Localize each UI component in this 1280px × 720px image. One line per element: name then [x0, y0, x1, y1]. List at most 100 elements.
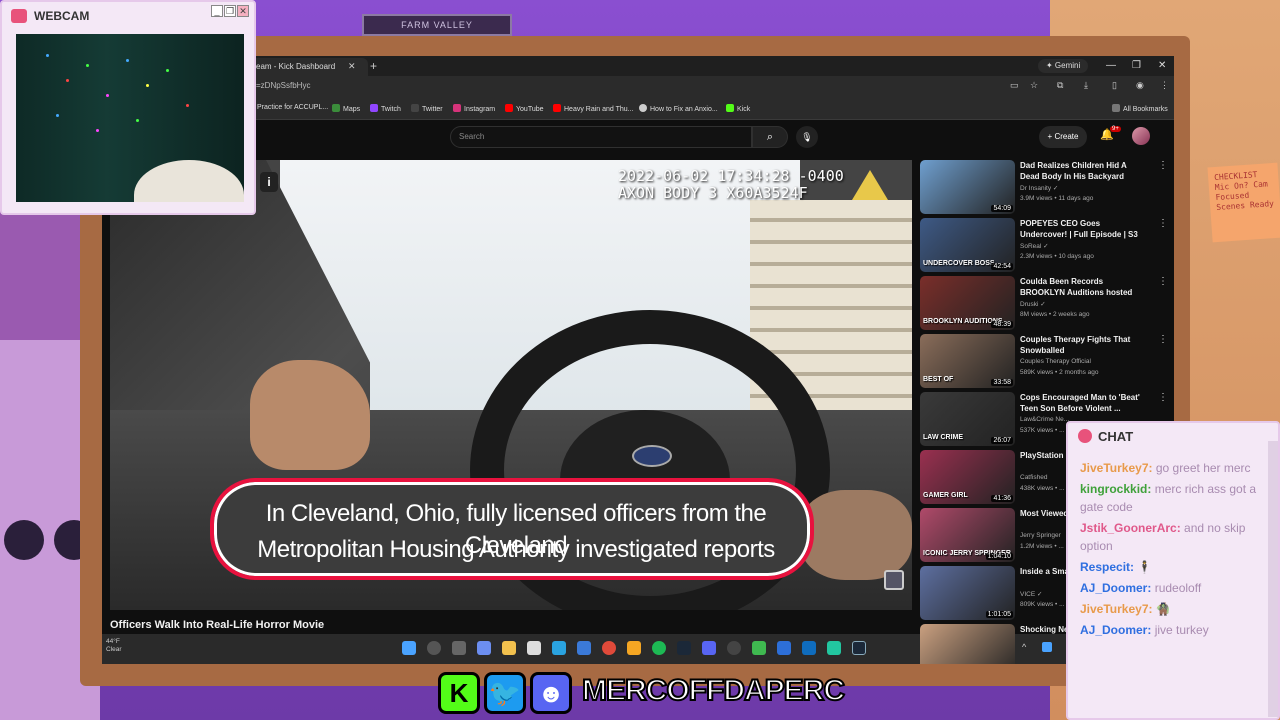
video-thumbnail[interactable]: BROOKLYN AUDITIONS 48:39 [920, 276, 1015, 330]
video-thumbnail[interactable]: LAW CRIME 26:07 [920, 392, 1015, 446]
minimize-button[interactable]: — [1106, 58, 1116, 73]
bookmark-item[interactable]: Instagram [453, 104, 495, 113]
recommended-video[interactable]: BEST OF 33:58 Couples Therapy Fights That … [920, 334, 1170, 389]
thumbnail-text: BEST OF [923, 376, 954, 383]
close-window-button[interactable]: ✕ [1158, 58, 1166, 73]
all-bookmarks-button[interactable]: All Bookmarks [1112, 104, 1168, 113]
video-thumbnail[interactable]: ICONIC JERRY SPRINGER 1:04:10 [920, 508, 1015, 562]
app-icon[interactable] [752, 641, 766, 655]
channel-name[interactable]: Couples Therapy Official [1020, 358, 1091, 365]
recommended-video[interactable]: BROOKLYN AUDITIONS 48:39 Coulda Been Recor… [920, 276, 1170, 331]
video-player[interactable]: i 2022-06-02 17:34:28 -0400 AXON BODY 3 … [110, 160, 912, 610]
bookmark-item[interactable]: How to Fix an Anxio... [639, 104, 718, 113]
recommended-title[interactable]: POPEYES CEO Goes Undercover! | Full Epis… [1020, 218, 1146, 240]
chat-scrollbar[interactable] [1268, 441, 1278, 717]
chat-username[interactable]: JiveTurkey7: [1080, 602, 1153, 616]
webcam-panel: WEBCAM _ ❐ ✕ [0, 0, 256, 215]
new-tab-button[interactable]: + [370, 58, 377, 74]
gemini-button[interactable]: ✦ Gemini [1038, 59, 1089, 73]
url-field[interactable]: =zDNpSsfbHyc [256, 81, 310, 90]
more-options-icon[interactable]: ⋮ [1158, 276, 1168, 287]
video-thumbnail[interactable]: UNDERCOVER BOSS 42:54 [920, 218, 1015, 272]
cast-icon[interactable]: ▭ [1010, 80, 1019, 91]
weather-widget[interactable]: 44°F Clear [106, 638, 122, 654]
channel-name[interactable]: Dr Insanity ✓ [1020, 184, 1058, 192]
minimize-button[interactable]: _ [211, 5, 223, 17]
copilot-icon[interactable] [477, 641, 491, 655]
maximize-button[interactable]: ❐ [224, 5, 236, 17]
more-options-icon[interactable]: ⋮ [1158, 218, 1168, 229]
video-thumbnail[interactable]: BEST OF 33:58 [920, 334, 1015, 388]
chat-username[interactable]: JiveTurkey7: [1080, 461, 1153, 475]
profile-icon[interactable]: ◉ [1136, 80, 1144, 91]
bookmark-star-icon[interactable]: ☆ [1030, 80, 1038, 91]
menu-icon[interactable]: ⋮ [1160, 80, 1169, 91]
app-icon[interactable] [627, 641, 641, 655]
app-icon[interactable] [802, 641, 816, 655]
recommended-title[interactable]: Couples Therapy Fights That Snowballed [1020, 334, 1146, 356]
steam-icon[interactable] [852, 641, 866, 655]
bookmark-item[interactable]: Maps [332, 104, 360, 113]
discord-icon[interactable] [702, 641, 716, 655]
maximize-button[interactable]: ❐ [1132, 58, 1141, 73]
recommended-video[interactable]: 54:09 Dad Realizes Children Hid A Dead Bo… [920, 160, 1170, 215]
mail-icon[interactable] [577, 641, 591, 655]
chat-username[interactable]: Jstik_GoonerArc: [1080, 521, 1181, 535]
close-button[interactable]: ✕ [237, 5, 249, 17]
sidebar-icon[interactable]: ▯ [1112, 80, 1117, 91]
steam-icon[interactable] [677, 641, 691, 655]
recommended-title[interactable]: Coulda Been Records BROOKLYN Auditions h… [1020, 276, 1146, 298]
bookmark-item[interactable]: Kick [726, 104, 750, 113]
avatar[interactable] [1132, 127, 1150, 145]
search-input[interactable]: Search [450, 126, 752, 148]
obs-icon[interactable] [727, 641, 741, 655]
video-duration: 41:36 [991, 495, 1013, 502]
edge-icon[interactable] [552, 641, 566, 655]
video-thumbnail[interactable]: GAMER GIRL 41:36 [920, 450, 1015, 504]
start-icon[interactable] [402, 641, 416, 655]
fairy-light [66, 79, 69, 82]
bookmark-item[interactable]: Heavy Rain and Thu... [553, 104, 634, 113]
app-icon[interactable] [827, 641, 841, 655]
tab-close-icon[interactable]: ✕ [348, 58, 356, 75]
video-thumbnail[interactable]: 1:01:05 [920, 566, 1015, 620]
chat-username[interactable]: AJ_Doomer: [1080, 581, 1151, 595]
create-button[interactable]: + Create [1039, 126, 1087, 148]
video-thumbnail[interactable]: 54:09 [920, 160, 1015, 214]
video-thumbnail[interactable] [920, 624, 1015, 664]
more-options-icon[interactable]: ⋮ [1158, 160, 1168, 171]
search-button[interactable]: ⌕ [752, 126, 788, 148]
channel-name[interactable]: Jerry Springer [1020, 532, 1061, 539]
bookmarks-bar: Practice for ACCUPL... Maps Twitch Twitt… [102, 100, 1174, 120]
channel-name[interactable]: VICE ✓ [1020, 590, 1042, 598]
bookmark-item[interactable]: Twitter [411, 104, 443, 113]
app-icon[interactable] [777, 641, 791, 655]
task-view-icon[interactable] [452, 641, 466, 655]
spotify-icon[interactable] [652, 641, 666, 655]
file-explorer-icon[interactable] [502, 641, 516, 655]
chat-username[interactable]: Respecit: [1080, 560, 1134, 574]
info-icon[interactable]: i [260, 172, 278, 192]
bookmark-item[interactable]: Practice for ACCUPL... [257, 104, 328, 111]
chat-username[interactable]: AJ_Doomer: [1080, 623, 1151, 637]
browser-tab-bar: eam - Kick Dashboard ✕ + ✦ Gemini — ❐ ✕ [102, 56, 1174, 76]
channel-name[interactable]: Druski ✓ [1020, 300, 1046, 308]
bookmark-item[interactable]: Twitch [370, 104, 401, 113]
recommended-video[interactable]: UNDERCOVER BOSS 42:54 POPEYES CEO Goes Und… [920, 218, 1170, 273]
download-icon[interactable]: ⤓ [1084, 80, 1088, 91]
recommended-title[interactable]: Dad Realizes Children Hid A Dead Body In… [1020, 160, 1146, 182]
bookmark-item[interactable]: YouTube [505, 104, 544, 113]
chrome-icon[interactable] [602, 641, 616, 655]
channel-name[interactable]: SoReal ✓ [1020, 242, 1049, 250]
more-options-icon[interactable]: ⋮ [1158, 392, 1168, 403]
search-icon[interactable] [427, 641, 441, 655]
video-frame-hand [250, 360, 370, 470]
chat-username[interactable]: kingrockkid: [1080, 482, 1151, 496]
more-options-icon[interactable]: ⋮ [1158, 334, 1168, 345]
extensions-icon[interactable]: ⧉ [1057, 80, 1063, 91]
calendar-icon[interactable] [527, 641, 541, 655]
recommended-title[interactable]: Cops Encouraged Man to 'Beat' Teen Son B… [1020, 392, 1146, 414]
channel-name[interactable]: Law&Crime Ne... [1020, 416, 1069, 423]
channel-name[interactable]: Catfished [1020, 474, 1047, 481]
voice-search-button[interactable]: 🎙 [796, 126, 818, 148]
